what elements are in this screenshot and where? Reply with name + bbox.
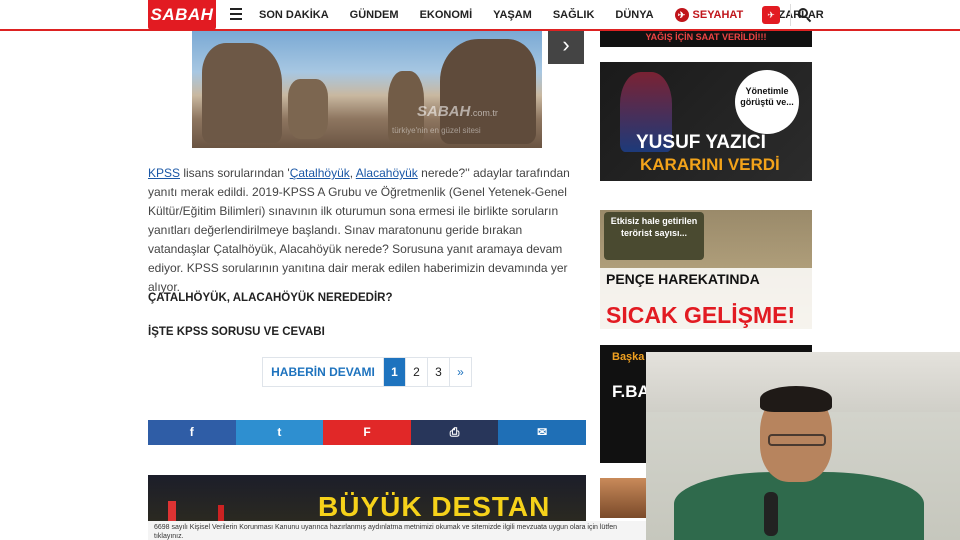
article-paragraph: KPSS lisans sorularından 'Çatalhöyük, Al…: [148, 166, 570, 294]
sidebar-ad-yusuf-yazici[interactable]: Yönetimle görüştü ve... YUSUF YAZICI KAR…: [600, 62, 812, 181]
ad2-bubble-text: Etkisiz hale getirilen terörist sayısı..…: [604, 212, 704, 260]
airline-icon: ✈: [674, 8, 689, 22]
watermark-domain: .com.tr: [470, 108, 498, 118]
ad1-tagline: KARARINI VERDİ: [640, 155, 780, 174]
microphone: [764, 492, 778, 536]
nav-dunya[interactable]: DÜNYA: [615, 9, 653, 21]
article-hero-image: SABAH.com.tr türkiye'nin en güzel sitesi: [192, 31, 542, 148]
sidebar-ad-pence-harekati[interactable]: Etkisiz hale getirilen terörist sayısı..…: [600, 210, 812, 329]
sidebar-ad-strip[interactable]: YAĞIŞ İÇİN SAAT VERİLDİ!!!: [600, 31, 812, 47]
promo-banner[interactable]: BÜYÜK DESTAN: [148, 475, 586, 525]
watermark-brand: SABAH: [417, 103, 471, 120]
page-3-button[interactable]: 3: [427, 358, 449, 386]
promo-banner-title: BÜYÜK DESTAN: [318, 491, 551, 522]
nav-saglik[interactable]: SAĞLIK: [553, 9, 595, 21]
sidebar-ad-4-thumbnail[interactable]: [600, 478, 650, 518]
nav-yasam[interactable]: YAŞAM: [493, 9, 532, 21]
mail-share-icon[interactable]: ✉: [498, 420, 586, 445]
nav-son-dakika[interactable]: SON DAKİKA: [259, 9, 329, 21]
nav-seyahat[interactable]: ✈ SEYAHAT: [674, 8, 744, 22]
link-alacahoyuk[interactable]: Alacahöyük: [356, 166, 418, 180]
ad2-line2: SICAK GELİŞME!: [606, 302, 796, 328]
ad1-circle-text: Yönetimle görüştü ve...: [735, 70, 799, 134]
facebook-share-icon[interactable]: f: [148, 420, 236, 445]
twitter-share-icon[interactable]: t: [235, 420, 324, 445]
read-more-button[interactable]: HABERİN DEVAMI: [263, 358, 383, 386]
nav-ekonomi[interactable]: EKONOMİ: [420, 9, 473, 21]
webcam-overlay: [646, 352, 960, 540]
gallery-next-button[interactable]: ›: [548, 28, 584, 64]
nav-seyahat-label: SEYAHAT: [692, 9, 744, 21]
flipboard-share-icon[interactable]: F: [323, 420, 411, 445]
partner-logo-icon[interactable]: ✈: [762, 6, 780, 24]
article-heading-1: ÇATALHÖYÜK, ALACAHÖYÜK NEREDEDİR?: [148, 292, 393, 304]
article-pagination: HABERİN DEVAMI 1 2 3 »: [262, 357, 472, 387]
cookie-notice[interactable]: 6698 sayılı Kişisel Verilerin Korunması …: [148, 521, 646, 540]
main-nav: SON DAKİKA GÜNDEM EKONOMİ YAŞAM SAĞLIK D…: [259, 0, 845, 30]
sabah-logo[interactable]: SABAH: [148, 0, 216, 30]
image-watermark-sub: türkiye'nin en güzel sitesi: [392, 126, 481, 135]
ad2-line1: PENÇE HAREKATINDA: [606, 271, 760, 287]
ad1-headline: YUSUF YAZICI: [636, 132, 766, 153]
nav-gundem[interactable]: GÜNDEM: [350, 9, 399, 21]
divider: [790, 4, 791, 26]
page-1-button[interactable]: 1: [383, 358, 405, 386]
share-bar: f t F ⎙ ✉: [148, 420, 586, 445]
link-kpss[interactable]: KPSS: [148, 166, 180, 180]
page-2-button[interactable]: 2: [405, 358, 427, 386]
menu-icon[interactable]: [230, 8, 242, 20]
top-navigation-bar: SABAH SON DAKİKA GÜNDEM EKONOMİ YAŞAM SA…: [0, 0, 960, 31]
link-catalhoyuk[interactable]: Çatalhöyük: [290, 166, 350, 180]
image-watermark: SABAH.com.tr: [417, 103, 498, 120]
search-icon[interactable]: [798, 8, 812, 23]
article-heading-2: İŞTE KPSS SORUSU VE CEVABI: [148, 326, 325, 338]
print-icon[interactable]: ⎙: [410, 420, 499, 445]
next-page-icon[interactable]: »: [449, 358, 471, 386]
